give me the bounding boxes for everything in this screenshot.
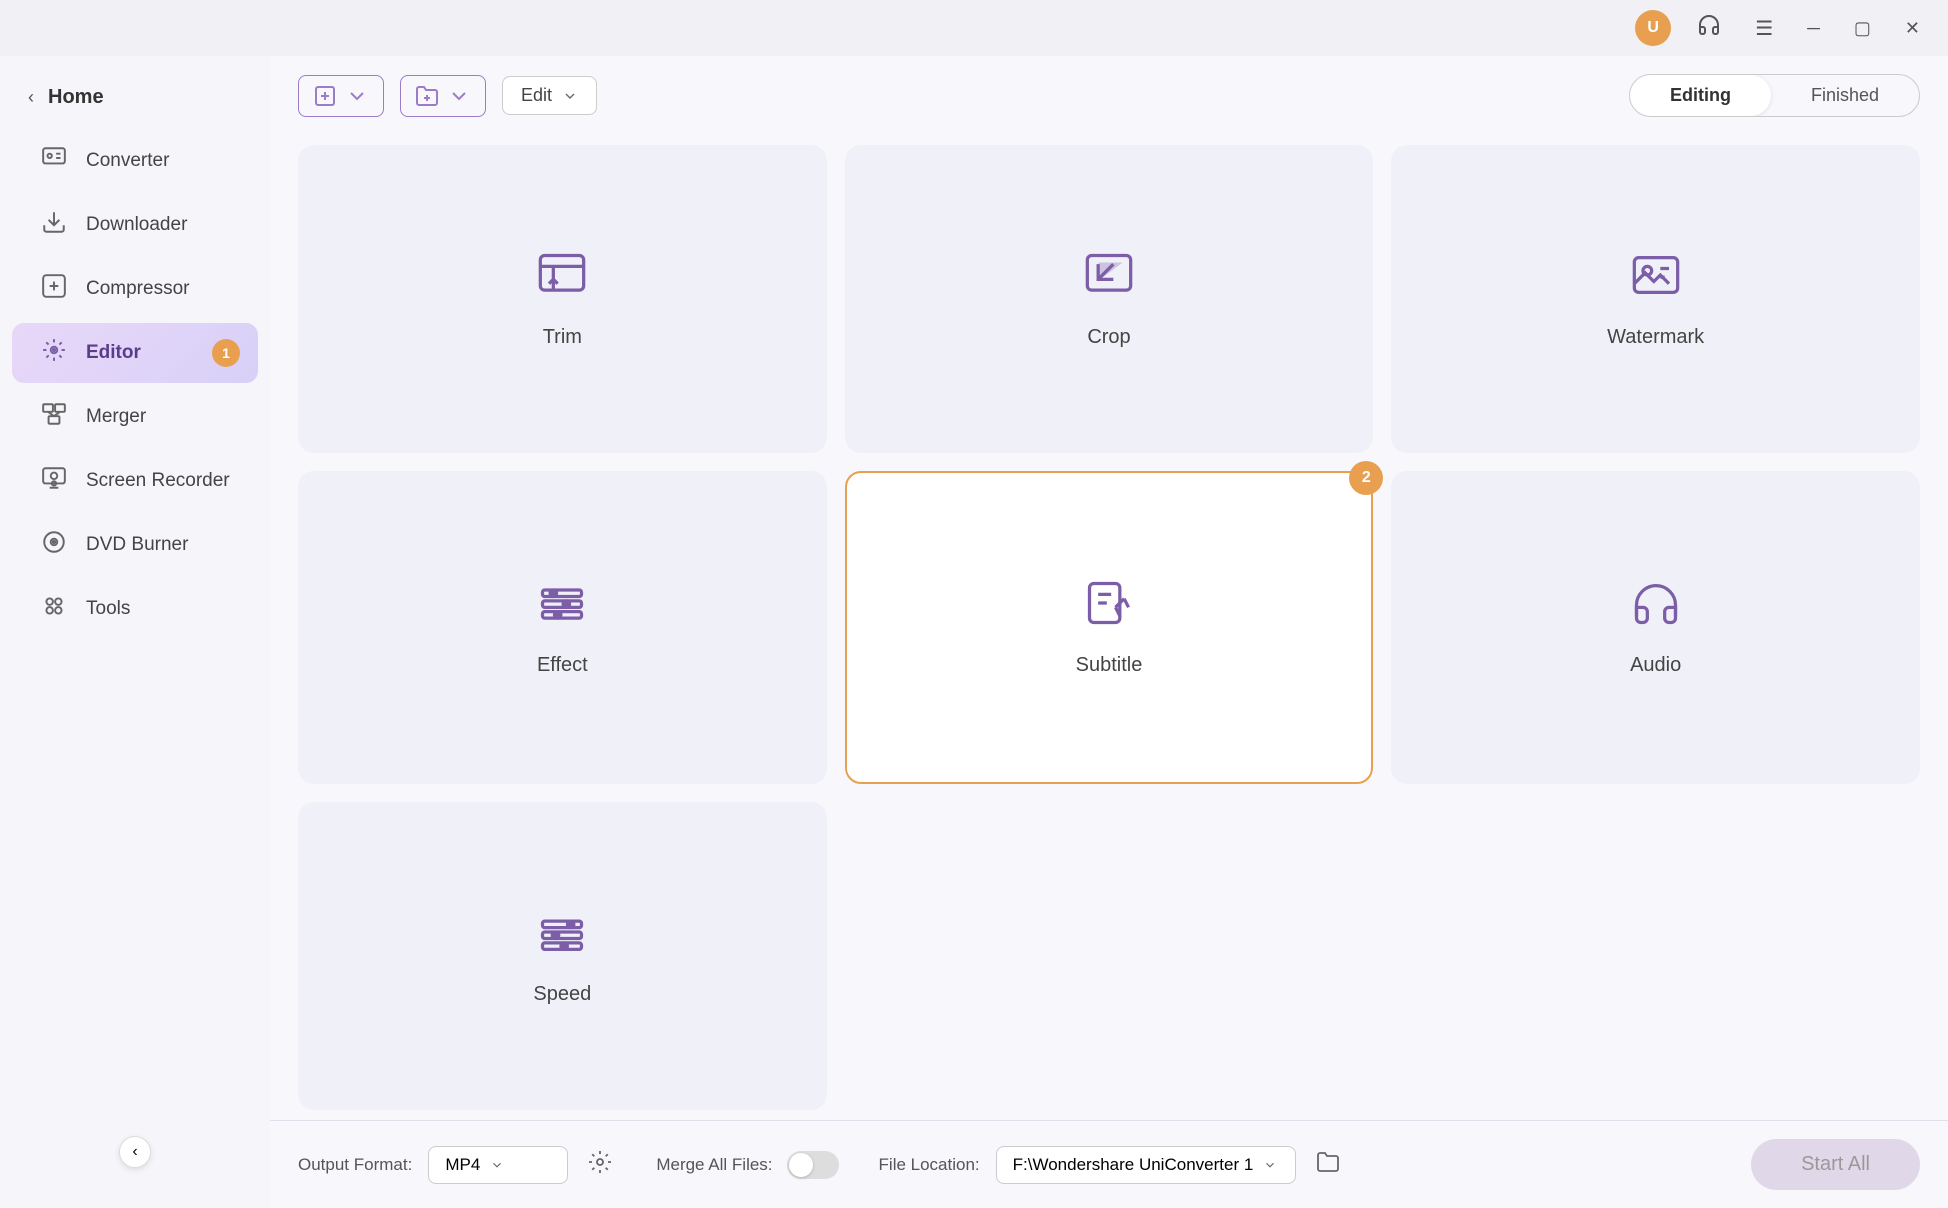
sidebar-item-label-dvd-burner: DVD Burner: [86, 534, 188, 556]
title-bar: U ☰ ─ ▢ ✕: [0, 0, 1948, 56]
output-format-value: MP4: [445, 1155, 480, 1175]
merger-icon: [40, 401, 68, 433]
watermark-icon: [1630, 249, 1682, 312]
editor-grid: Trim Crop: [270, 135, 1948, 1120]
speed-icon: [536, 906, 588, 969]
tab-finished[interactable]: Finished: [1771, 75, 1919, 116]
toolbar: Edit Editing Finished: [270, 56, 1948, 135]
user-avatar[interactable]: U: [1635, 10, 1671, 46]
speed-label: Speed: [533, 983, 591, 1006]
editor-card-watermark[interactable]: Watermark: [1391, 145, 1920, 453]
screen-recorder-icon: [40, 465, 68, 497]
menu-icon[interactable]: ☰: [1747, 12, 1781, 45]
editor-card-effect[interactable]: Effect: [298, 471, 827, 783]
editor-card-audio[interactable]: Audio: [1391, 471, 1920, 783]
sidebar-item-editor[interactable]: Editor 1: [12, 323, 258, 383]
merge-all-toggle[interactable]: [787, 1151, 839, 1179]
crop-label: Crop: [1087, 326, 1130, 349]
editor-card-speed[interactable]: Speed: [298, 802, 827, 1110]
tab-group: Editing Finished: [1629, 74, 1920, 117]
sidebar-item-label-merger: Merger: [86, 406, 146, 428]
subtitle-icon: [1083, 577, 1135, 640]
editor-empty-slot-2: [1391, 802, 1920, 1110]
merge-all-label: Merge All Files:: [656, 1155, 772, 1175]
compressor-icon: [40, 273, 68, 305]
add-folder-button[interactable]: [400, 75, 486, 117]
sidebar-item-screen-recorder[interactable]: Screen Recorder: [12, 451, 258, 511]
editor-card-trim[interactable]: Trim: [298, 145, 827, 453]
sidebar-item-label-downloader: Downloader: [86, 214, 187, 236]
trim-label: Trim: [543, 326, 582, 349]
add-file-button[interactable]: [298, 75, 384, 117]
maximize-icon[interactable]: ▢: [1846, 14, 1879, 43]
merge-all-field: Merge All Files:: [656, 1151, 838, 1179]
edit-dropdown[interactable]: Edit: [502, 76, 597, 115]
crop-icon: [1083, 249, 1135, 312]
headphone-icon[interactable]: [1689, 9, 1729, 47]
watermark-label: Watermark: [1607, 326, 1704, 349]
editor-icon: [40, 337, 68, 369]
sidebar-item-converter[interactable]: Converter: [12, 131, 258, 191]
file-location-value: F:\Wondershare UniConverter 1: [1013, 1155, 1254, 1175]
sidebar-home-label: Home: [48, 86, 104, 109]
audio-label: Audio: [1630, 654, 1681, 677]
main-content: Edit Editing Finished: [270, 56, 1948, 1208]
editor-badge: 1: [212, 339, 240, 367]
file-location-folder-icon[interactable]: [1312, 1146, 1344, 1184]
editor-card-crop[interactable]: Crop: [845, 145, 1374, 453]
sidebar-home[interactable]: ‹ Home: [0, 76, 270, 129]
back-chevron-icon: ‹: [28, 87, 34, 108]
edit-dropdown-value: Edit: [521, 85, 552, 106]
file-location-select[interactable]: F:\Wondershare UniConverter 1: [996, 1146, 1296, 1184]
sidebar-item-label-tools: Tools: [86, 598, 130, 620]
sidebar-item-label-converter: Converter: [86, 150, 169, 172]
downloader-icon: [40, 209, 68, 241]
sidebar-item-label-editor: Editor: [86, 342, 141, 364]
effect-icon: [536, 577, 588, 640]
sidebar-item-compressor[interactable]: Compressor: [12, 259, 258, 319]
bottom-bar: Output Format: MP4 Merge All Files:: [270, 1120, 1948, 1208]
sidebar: ‹ Home Converter Dow: [0, 56, 270, 1208]
editor-card-subtitle[interactable]: Subtitle 2: [845, 471, 1374, 783]
file-location-field: File Location: F:\Wondershare UniConvert…: [879, 1146, 1344, 1184]
sidebar-item-merger[interactable]: Merger: [12, 387, 258, 447]
toggle-knob: [789, 1153, 813, 1177]
subtitle-badge: 2: [1349, 461, 1383, 495]
dvd-burner-icon: [40, 529, 68, 561]
output-format-settings-icon[interactable]: [584, 1146, 616, 1184]
tab-editing[interactable]: Editing: [1630, 75, 1771, 116]
trim-icon: [536, 249, 588, 312]
sidebar-item-dvd-burner[interactable]: DVD Burner: [12, 515, 258, 575]
sidebar-collapse-button[interactable]: ‹: [119, 1136, 151, 1168]
start-all-button[interactable]: Start All: [1751, 1139, 1920, 1190]
converter-icon: [40, 145, 68, 177]
effect-label: Effect: [537, 654, 588, 677]
sidebar-item-label-screen-recorder: Screen Recorder: [86, 470, 230, 492]
sidebar-item-label-compressor: Compressor: [86, 278, 189, 300]
subtitle-label: Subtitle: [1076, 654, 1143, 677]
audio-icon: [1630, 577, 1682, 640]
tools-icon: [40, 593, 68, 625]
sidebar-item-tools[interactable]: Tools: [12, 579, 258, 639]
close-icon[interactable]: ✕: [1897, 14, 1928, 43]
output-format-select[interactable]: MP4: [428, 1146, 568, 1184]
minimize-icon[interactable]: ─: [1799, 14, 1828, 43]
file-location-label: File Location:: [879, 1155, 980, 1175]
output-format-field: Output Format: MP4: [298, 1146, 616, 1184]
sidebar-item-downloader[interactable]: Downloader: [12, 195, 258, 255]
editor-empty-slot-1: [845, 802, 1374, 1110]
output-format-label: Output Format:: [298, 1155, 412, 1175]
